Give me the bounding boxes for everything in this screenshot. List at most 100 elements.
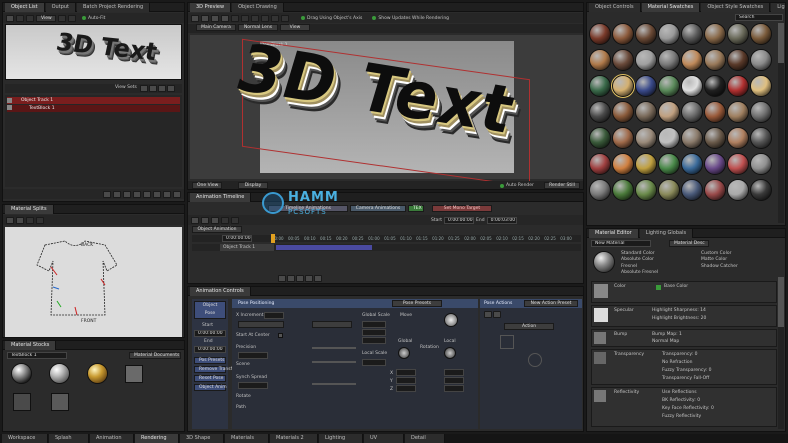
global-rotation-dial[interactable]: [398, 347, 410, 359]
action-dropdown[interactable]: Action: [504, 323, 554, 330]
material-swatch[interactable]: [658, 101, 680, 123]
material-swatch[interactable]: [635, 179, 657, 201]
material-swatch[interactable]: [704, 75, 726, 97]
material-swatch[interactable]: [658, 23, 680, 45]
rewind-icon[interactable]: [278, 275, 286, 282]
play-icon[interactable]: [287, 275, 295, 282]
tab-animation[interactable]: Animation: [90, 434, 134, 443]
scale-icon[interactable]: [221, 14, 229, 22]
start-time-field[interactable]: 0:00:00:00: [444, 216, 474, 224]
material-swatch[interactable]: [589, 75, 611, 97]
reset-icon[interactable]: [281, 14, 289, 22]
tab-material-swatches[interactable]: Material Swatches: [641, 3, 701, 12]
material-swatch[interactable]: [750, 179, 772, 201]
end-time-field[interactable]: 0:00:03:00: [486, 216, 517, 224]
view-set-3-button[interactable]: [158, 85, 166, 92]
tab-object-style-swatches[interactable]: Object Style Swatches: [701, 3, 771, 12]
local-rot-x[interactable]: [444, 369, 464, 376]
eye-icon[interactable]: [58, 14, 66, 22]
material-swatch[interactable]: [704, 127, 726, 149]
drag-axis-checkbox[interactable]: [301, 16, 305, 20]
tab-materials-2[interactable]: Materials 2: [270, 434, 318, 443]
global-rot-y[interactable]: [396, 377, 416, 384]
material-swatch[interactable]: [727, 153, 749, 175]
main-camera-dropdown[interactable]: Main Camera: [196, 24, 236, 31]
link-icon[interactable]: [221, 216, 229, 224]
current-time-field[interactable]: 0:00:00:00: [222, 235, 252, 242]
tab-uv[interactable]: UV: [364, 434, 404, 443]
timeline-track-row[interactable]: Object Track 1: [192, 244, 581, 251]
view-set-4-button[interactable]: [167, 85, 175, 92]
tab-object-drawing[interactable]: Object Drawing: [232, 3, 284, 12]
tab-workspace[interactable]: Workspace: [2, 434, 48, 443]
view-set-2-button[interactable]: [149, 85, 157, 92]
material-swatch[interactable]: [589, 179, 611, 201]
action-preview-circle[interactable]: [528, 353, 542, 367]
material-swatch[interactable]: [589, 49, 611, 71]
tab-animation-timeline[interactable]: Animation Timeline: [190, 193, 252, 202]
reset-pose-button[interactable]: Reset Pose: [194, 375, 226, 382]
object-pose-button[interactable]: Object Pose: [194, 301, 226, 319]
pose-presets-dropdown[interactable]: Pose Presets: [392, 300, 442, 307]
tab-material-editor[interactable]: Material Editor: [589, 229, 639, 238]
tree-row-object-track[interactable]: Object Track 1: [7, 97, 180, 104]
camera-icon[interactable]: [231, 14, 239, 22]
material-swatch[interactable]: [727, 49, 749, 71]
duplicate-icon[interactable]: [123, 190, 131, 198]
synch-field[interactable]: [238, 382, 268, 389]
action-preview-box[interactable]: [500, 335, 514, 349]
material-swatch[interactable]: [750, 153, 772, 175]
move-icon[interactable]: [201, 14, 209, 22]
auto-render-checkbox[interactable]: [500, 184, 504, 188]
material-swatch[interactable]: [635, 49, 657, 71]
pose-start-field[interactable]: 0:00:00:00: [194, 330, 226, 337]
local-rot-y[interactable]: [444, 377, 464, 384]
select-icon[interactable]: [191, 14, 199, 22]
zoom-icon[interactable]: [251, 14, 259, 22]
option-standard-color[interactable]: Standard Color: [621, 251, 701, 256]
orbit-icon[interactable]: [271, 14, 279, 22]
stock-material-dark-1[interactable]: [13, 393, 31, 411]
tree-row-textblock[interactable]: TextBlock 1: [7, 105, 180, 112]
rotate-icon[interactable]: [211, 14, 219, 22]
tab-object-controls[interactable]: Object Controls: [589, 3, 641, 12]
material-swatch[interactable]: [750, 49, 772, 71]
editor-scroll-thumb[interactable]: [778, 277, 784, 327]
precision-field[interactable]: [238, 352, 268, 359]
material-swatch[interactable]: [750, 101, 772, 123]
material-swatch[interactable]: [727, 23, 749, 45]
stock-material-chrome[interactable]: [11, 363, 32, 384]
material-swatch[interactable]: [611, 74, 635, 98]
material-swatch[interactable]: [681, 127, 703, 149]
trash-icon[interactable]: [173, 190, 181, 198]
swatch-scrollbar[interactable]: [778, 23, 784, 223]
material-swatch[interactable]: [612, 179, 634, 201]
material-swatch[interactable]: [635, 153, 657, 175]
material-desc-dropdown[interactable]: Material Desc: [669, 240, 709, 247]
zoom-icon[interactable]: [36, 216, 44, 224]
slider-3[interactable]: [312, 383, 356, 385]
swatch-search-input[interactable]: Search: [735, 14, 783, 21]
timeline-ruler[interactable]: 0:00:00:00 00:00 00:05 00:10 00:15 00:20…: [192, 234, 581, 243]
move-up-icon[interactable]: [133, 190, 141, 198]
add-icon[interactable]: [103, 190, 111, 198]
track-keyframe-bar[interactable]: [276, 245, 372, 250]
material-name-field[interactable]: New Material: [591, 240, 651, 247]
action-add-icon[interactable]: [484, 311, 492, 318]
material-swatch[interactable]: [750, 23, 772, 45]
material-swatch[interactable]: [681, 101, 703, 123]
split-icon[interactable]: [16, 216, 24, 224]
forward-icon[interactable]: [305, 275, 313, 282]
slider-1[interactable]: [312, 347, 356, 349]
keyframe-remove-icon[interactable]: [201, 216, 209, 224]
local-rotation-dial[interactable]: [444, 347, 456, 359]
lock-icon[interactable]: [26, 14, 34, 22]
swatch-scroll-thumb[interactable]: [778, 23, 784, 63]
tab-batch-rendering[interactable]: Batch Project Rendering: [77, 3, 151, 12]
tab-rendering[interactable]: Rendering: [135, 434, 179, 443]
move-icon[interactable]: [68, 14, 76, 22]
tab-3d-shape[interactable]: 3D Shape: [180, 434, 224, 443]
material-swatch[interactable]: [750, 75, 772, 97]
material-swatch[interactable]: [704, 23, 726, 45]
material-swatch[interactable]: [681, 179, 703, 201]
